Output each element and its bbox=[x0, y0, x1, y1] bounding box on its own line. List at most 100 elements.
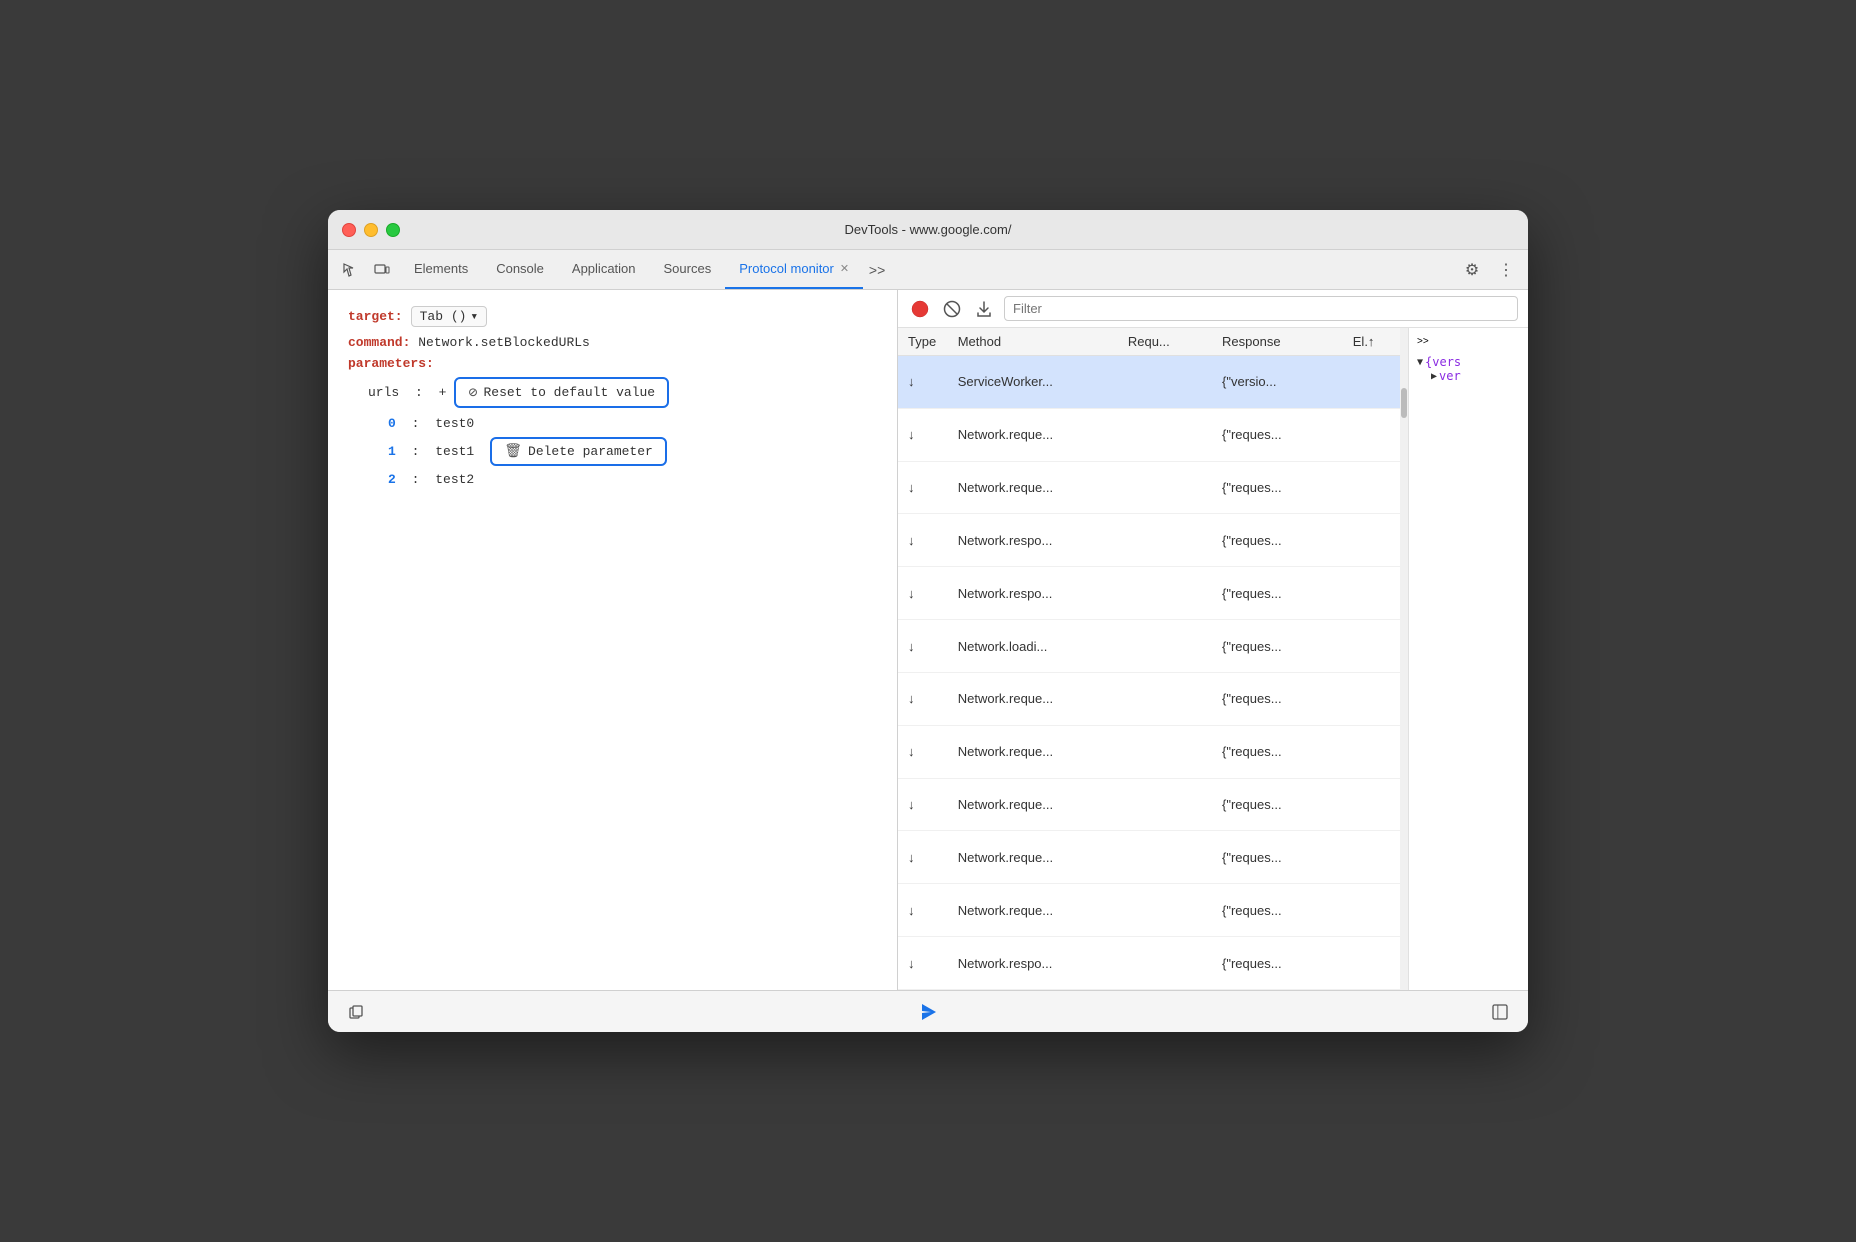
cell-el bbox=[1343, 937, 1400, 990]
cell-method: Network.reque... bbox=[948, 884, 1118, 937]
target-row: target: Tab () ▾ bbox=[348, 306, 877, 327]
table-row[interactable]: ↓ Network.loadi... {"reques... bbox=[898, 620, 1400, 673]
table-row[interactable]: ↓ Network.respo... {"reques... bbox=[898, 567, 1400, 620]
cell-response: {"versio... bbox=[1212, 356, 1343, 409]
cell-el bbox=[1343, 831, 1400, 884]
plus-icon: + bbox=[439, 385, 447, 400]
cell-method: Network.respo... bbox=[948, 937, 1118, 990]
more-tabs-button[interactable]: >> bbox=[863, 256, 891, 284]
command-label: command: bbox=[348, 335, 410, 350]
stop-recording-button[interactable] bbox=[908, 297, 932, 321]
json-tree-root: {vers bbox=[1425, 355, 1461, 369]
device-toggle-icon[interactable] bbox=[368, 256, 396, 284]
more-options-icon[interactable]: ⋮ bbox=[1492, 256, 1520, 284]
tab-sources[interactable]: Sources bbox=[650, 250, 726, 289]
table-row[interactable]: ↓ Network.reque... {"reques... bbox=[898, 725, 1400, 778]
cell-response: {"reques... bbox=[1212, 884, 1343, 937]
maximize-button[interactable] bbox=[386, 223, 400, 237]
cell-method: Network.reque... bbox=[948, 778, 1118, 831]
export-button[interactable] bbox=[972, 297, 996, 321]
command-row: command: Network.setBlockedURLs bbox=[348, 335, 877, 350]
cell-method: Network.loadi... bbox=[948, 620, 1118, 673]
parameters-row: parameters: bbox=[348, 356, 877, 371]
target-label: target: bbox=[348, 309, 403, 324]
cell-response: {"reques... bbox=[1212, 778, 1343, 831]
cell-el bbox=[1343, 356, 1400, 409]
tab-close-icon[interactable]: ✕ bbox=[840, 262, 849, 275]
trash-icon: 🗑 bbox=[504, 443, 522, 460]
table-row[interactable]: ↓ Network.reque... {"reques... bbox=[898, 408, 1400, 461]
cell-el bbox=[1343, 620, 1400, 673]
filter-input[interactable] bbox=[1004, 296, 1518, 321]
table-row[interactable]: ↓ Network.respo... {"reques... bbox=[898, 937, 1400, 990]
protocol-table: Type Method Requ... Response bbox=[898, 328, 1400, 990]
table-row[interactable]: ↓ Network.respo... {"reques... bbox=[898, 514, 1400, 567]
cell-el bbox=[1343, 461, 1400, 514]
cell-type: ↓ bbox=[898, 461, 948, 514]
reset-to-default-button[interactable]: ⊘ Reset to default value bbox=[454, 377, 669, 408]
right-panel: Type Method Requ... Response bbox=[898, 290, 1528, 990]
delete-parameter-button[interactable]: 🗑 Delete parameter bbox=[490, 437, 667, 466]
cell-method: Network.reque... bbox=[948, 408, 1118, 461]
cell-type: ↓ bbox=[898, 937, 948, 990]
table-row[interactable]: ↓ ServiceWorker... {"versio... bbox=[898, 356, 1400, 409]
settings-icon[interactable]: ⚙ bbox=[1458, 256, 1486, 284]
tab-selector[interactable]: Tab () ▾ bbox=[411, 306, 488, 327]
clear-button[interactable] bbox=[940, 297, 964, 321]
cell-response: {"reques... bbox=[1212, 461, 1343, 514]
more-cols-button[interactable]: >> bbox=[1417, 336, 1429, 347]
side-panel-header: >> bbox=[1417, 336, 1520, 347]
scrollbar-thumb[interactable] bbox=[1401, 388, 1407, 418]
cell-type: ↓ bbox=[898, 672, 948, 725]
bottom-bar bbox=[328, 990, 1528, 1032]
cell-response: {"reques... bbox=[1212, 725, 1343, 778]
cell-type: ↓ bbox=[898, 567, 948, 620]
item-index-0: 0 bbox=[388, 416, 396, 431]
copy-panel-icon[interactable] bbox=[342, 998, 370, 1026]
col-header-method[interactable]: Method bbox=[948, 328, 1118, 356]
cell-el bbox=[1343, 884, 1400, 937]
cell-method: Network.reque... bbox=[948, 831, 1118, 884]
cell-requ bbox=[1118, 514, 1212, 567]
minimize-button[interactable] bbox=[364, 223, 378, 237]
cell-response: {"reques... bbox=[1212, 567, 1343, 620]
bottom-left bbox=[342, 998, 370, 1026]
side-json-panel: >> ▼ {vers ▶ ver bbox=[1408, 328, 1528, 990]
urls-label: urls bbox=[368, 385, 399, 400]
table-row[interactable]: ↓ Network.reque... {"reques... bbox=[898, 461, 1400, 514]
table-row[interactable]: ↓ Network.reque... {"reques... bbox=[898, 884, 1400, 937]
send-button[interactable] bbox=[916, 1000, 940, 1024]
cell-requ bbox=[1118, 672, 1212, 725]
reset-icon: ⊘ bbox=[468, 383, 477, 402]
cell-el bbox=[1343, 408, 1400, 461]
item-index-1: 1 bbox=[388, 444, 396, 459]
close-button[interactable] bbox=[342, 223, 356, 237]
scrollbar[interactable] bbox=[1400, 328, 1408, 990]
col-header-el[interactable]: El.↑ bbox=[1343, 328, 1400, 356]
bottom-mid bbox=[916, 1000, 940, 1024]
dock-panel-icon[interactable] bbox=[1486, 998, 1514, 1026]
param-item-2: 2 : test2 bbox=[388, 472, 877, 487]
col-header-type: Type bbox=[898, 328, 948, 356]
cell-el bbox=[1343, 725, 1400, 778]
toolbar-right: ⚙ ⋮ bbox=[1458, 256, 1520, 284]
table-row[interactable]: ↓ Network.reque... {"reques... bbox=[898, 778, 1400, 831]
col-header-response[interactable]: Response bbox=[1212, 328, 1343, 356]
tab-console[interactable]: Console bbox=[482, 250, 558, 289]
col-header-requ[interactable]: Requ... bbox=[1118, 328, 1212, 356]
table-row[interactable]: ↓ Network.reque... {"reques... bbox=[898, 672, 1400, 725]
cell-type: ↓ bbox=[898, 408, 948, 461]
table-row[interactable]: ↓ Network.reque... {"reques... bbox=[898, 831, 1400, 884]
cell-el bbox=[1343, 672, 1400, 725]
tab-application[interactable]: Application bbox=[558, 250, 650, 289]
cell-response: {"reques... bbox=[1212, 620, 1343, 673]
cell-response: {"reques... bbox=[1212, 514, 1343, 567]
param-item-0: 0 : test0 bbox=[388, 416, 877, 431]
tab-elements[interactable]: Elements bbox=[400, 250, 482, 289]
cell-method: Network.reque... bbox=[948, 672, 1118, 725]
select-element-icon[interactable] bbox=[336, 256, 364, 284]
cell-type: ↓ bbox=[898, 778, 948, 831]
command-value: Network.setBlockedURLs bbox=[418, 335, 590, 350]
tab-protocol-monitor[interactable]: Protocol monitor ✕ bbox=[725, 250, 863, 289]
traffic-lights bbox=[342, 223, 400, 237]
